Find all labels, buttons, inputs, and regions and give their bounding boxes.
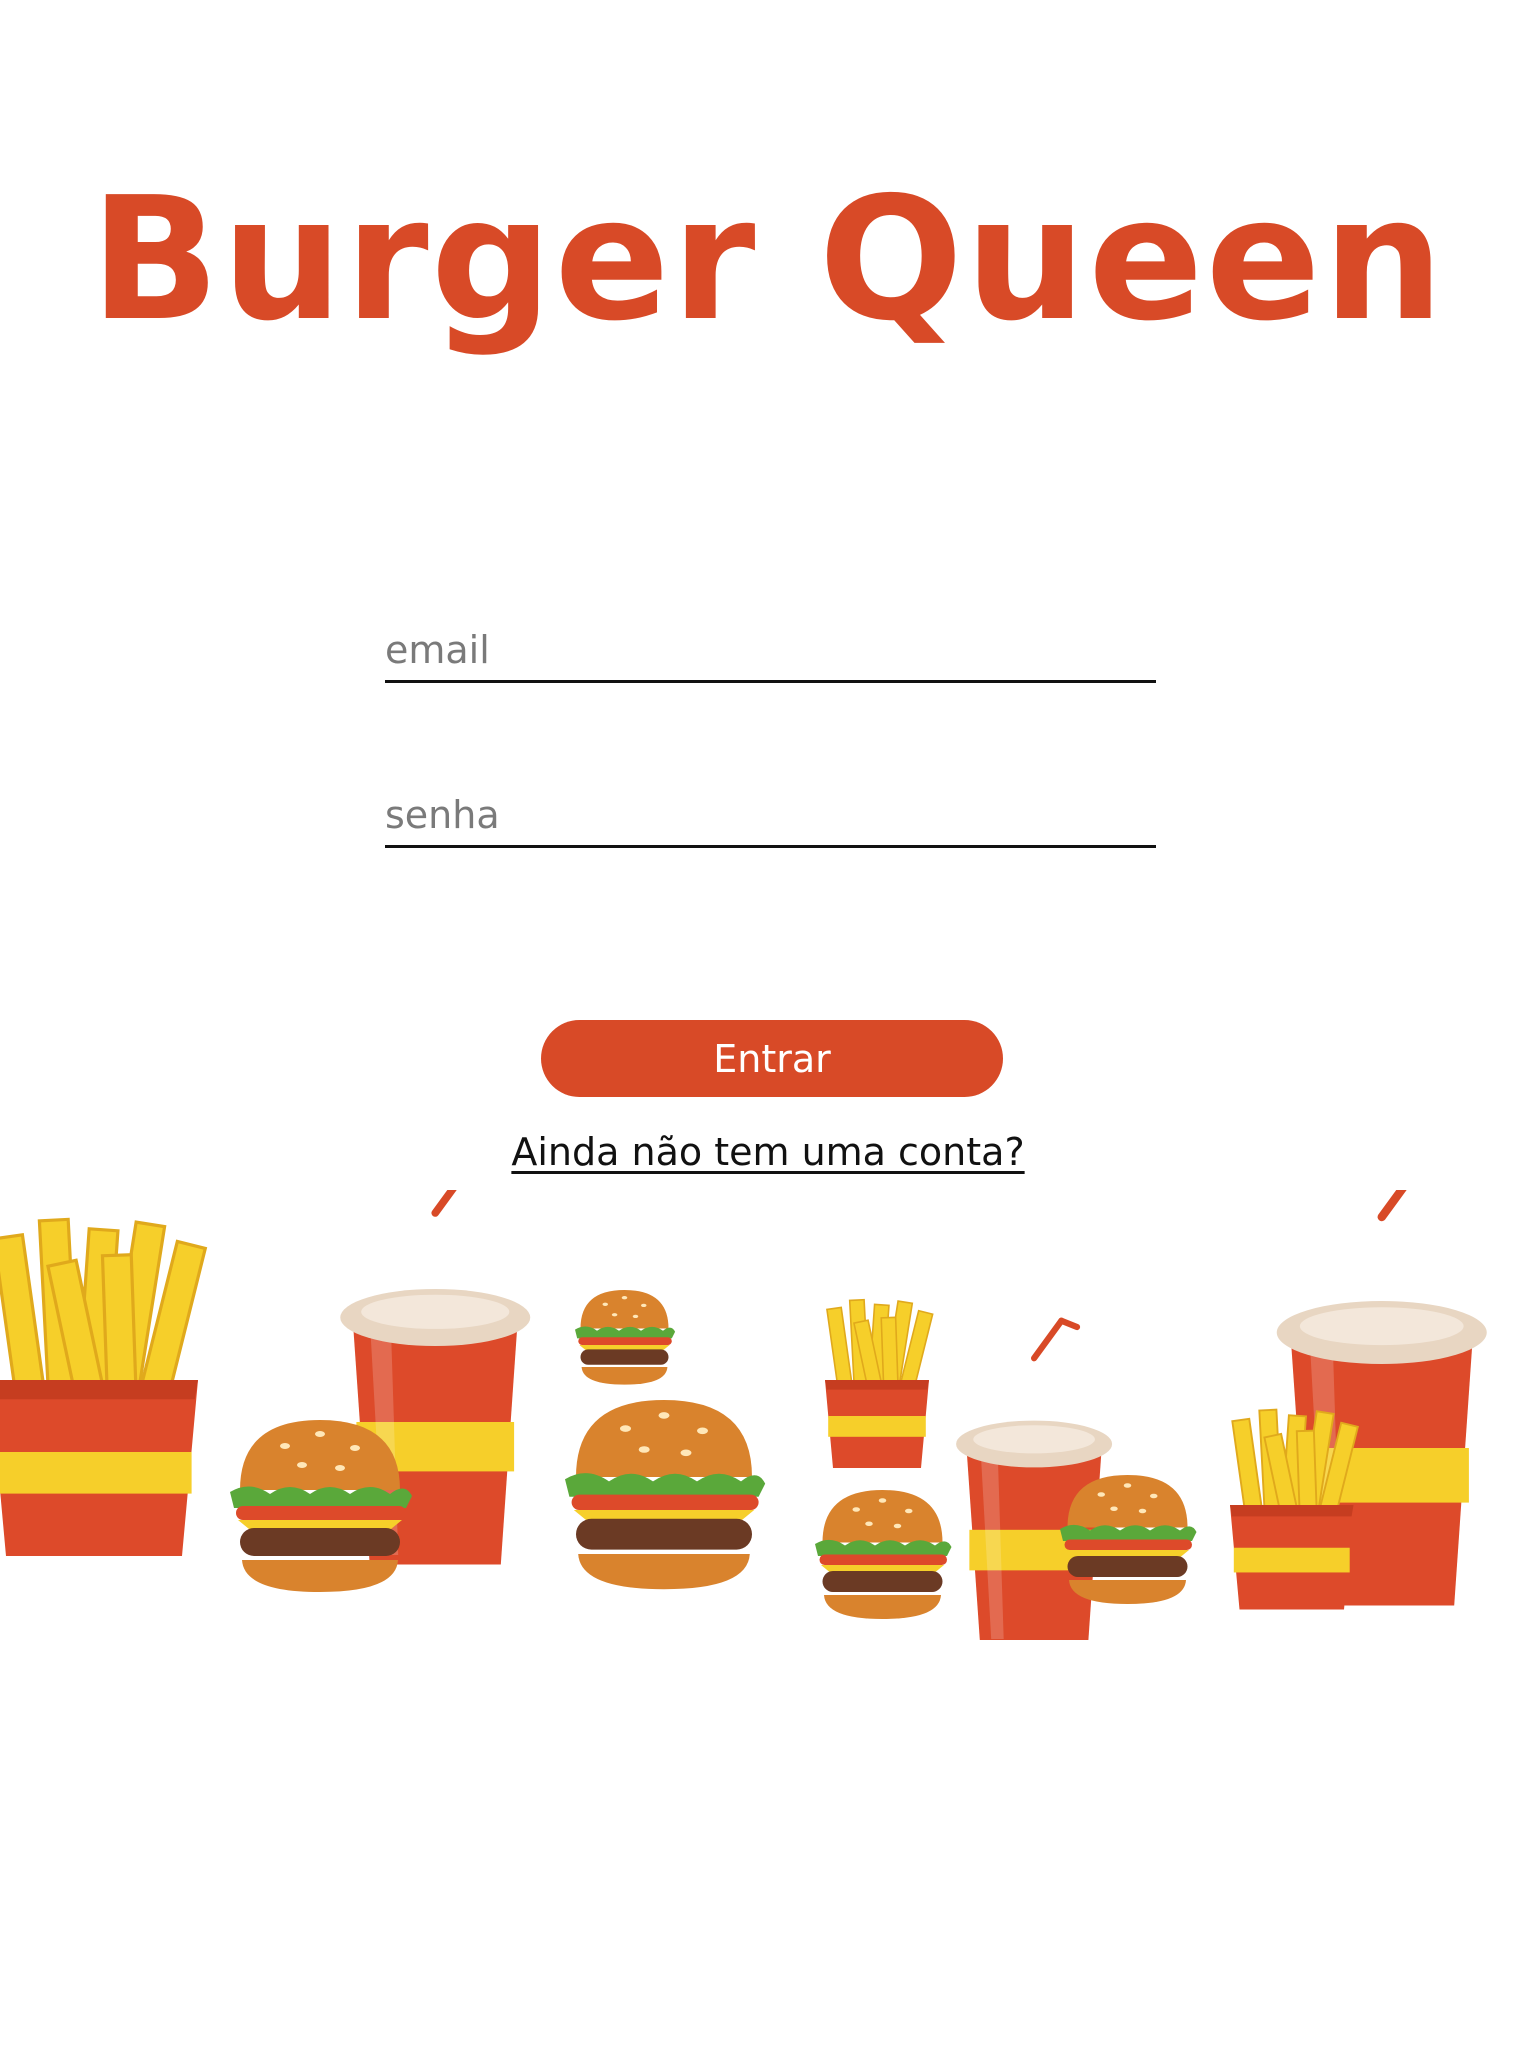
password-field[interactable] — [385, 785, 1156, 848]
burger-icon — [815, 1490, 952, 1619]
fries-icon — [0, 1217, 207, 1558]
fries-icon — [824, 1298, 934, 1469]
fries-icon — [1229, 1408, 1359, 1611]
login-page: Burger Queen Entrar Ainda não tem uma co… — [0, 0, 1536, 2048]
login-button[interactable]: Entrar — [541, 1020, 1003, 1097]
email-field[interactable] — [385, 620, 1156, 683]
signup-link[interactable]: Ainda não tem uma conta? — [0, 1130, 1536, 1174]
app-logo-title: Burger Queen — [90, 161, 1446, 359]
burger-icon — [575, 1290, 676, 1385]
burger-icon — [565, 1400, 766, 1590]
burger-icon — [1060, 1475, 1197, 1604]
fast-food-illustration — [0, 1190, 1536, 1640]
burger-icon — [230, 1420, 412, 1592]
